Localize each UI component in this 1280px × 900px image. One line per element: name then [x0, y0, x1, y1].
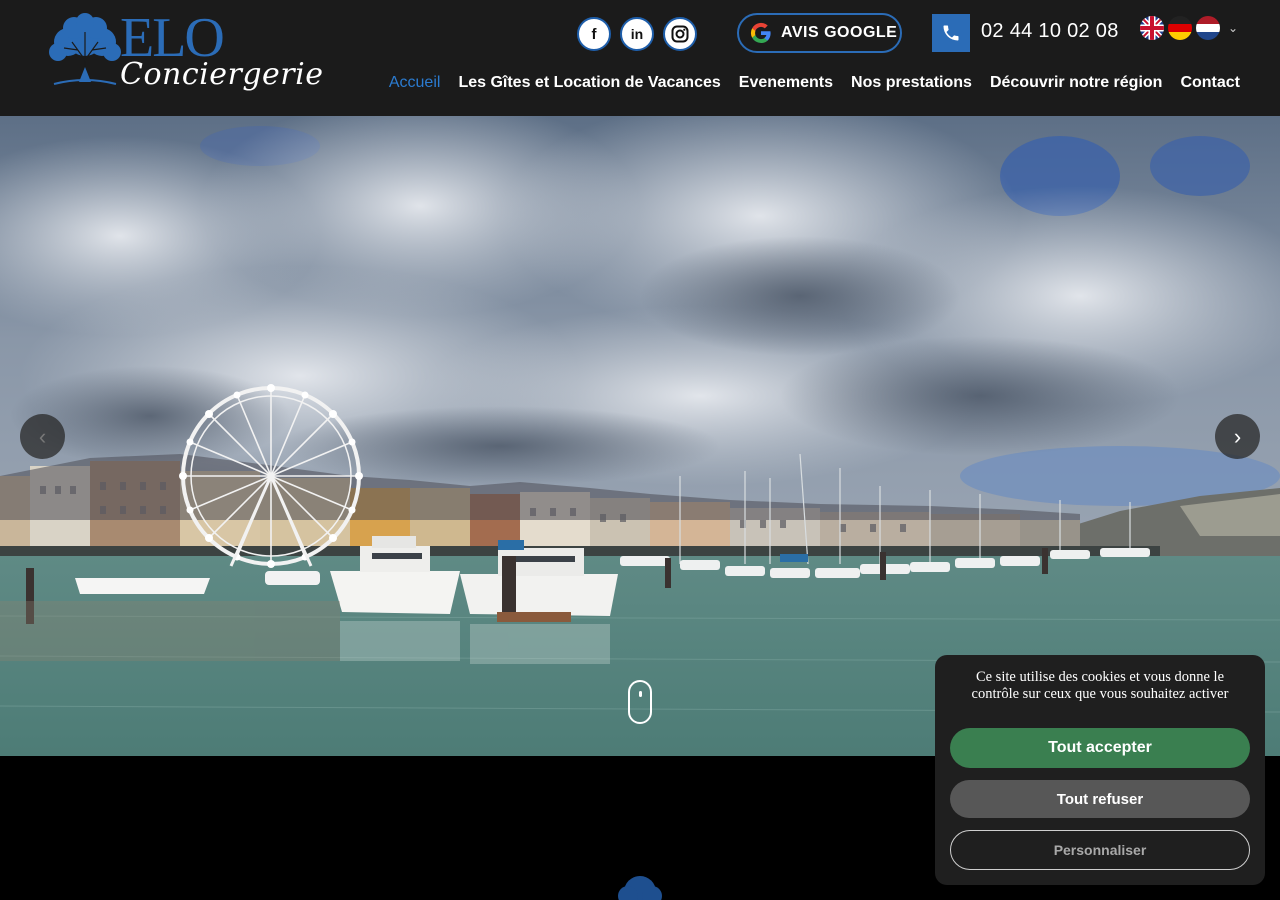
cookie-banner: Ce site utilise des cookies et vous donn… — [935, 655, 1265, 885]
main-navigation: Accueil Les Gîtes et Location de Vacance… — [389, 74, 1240, 92]
brand-tagline: Conciergerie — [120, 57, 324, 92]
phone-number[interactable]: 02 44 10 02 08 — [981, 20, 1119, 43]
linkedin-icon[interactable]: in — [620, 17, 654, 51]
accept-all-button[interactable]: Tout accepter — [950, 728, 1250, 768]
language-switcher[interactable]: ⌄ — [1140, 16, 1238, 40]
phone-glyph — [943, 25, 959, 41]
cookie-message: Ce site utilise des cookies et vous donn… — [971, 669, 1229, 702]
social-links: f in — [577, 17, 697, 51]
facebook-icon[interactable]: f — [577, 17, 611, 51]
instagram-icon[interactable] — [663, 17, 697, 51]
chevron-down-icon[interactable]: ⌄ — [1228, 21, 1238, 35]
google-g-icon — [750, 22, 771, 44]
uk-flag-icon[interactable] — [1140, 16, 1164, 40]
google-reviews-button[interactable]: AVIS GOOGLE — [737, 13, 902, 53]
google-reviews-label: AVIS GOOGLE — [781, 24, 898, 41]
nav-item-prestations[interactable]: Nos prestations — [851, 74, 972, 92]
customize-button[interactable]: Personnaliser — [950, 830, 1250, 870]
nav-item-region[interactable]: Découvrir notre région — [990, 74, 1162, 92]
nav-item-accueil[interactable]: Accueil — [389, 74, 441, 92]
scroll-down-icon[interactable] — [628, 680, 652, 724]
nav-item-contact[interactable]: Contact — [1180, 74, 1240, 92]
elo-conciergerie-logo[interactable]: ELO Conciergerie — [44, 10, 323, 106]
germany-flag-icon[interactable] — [1168, 16, 1192, 40]
tree-logo-icon — [49, 13, 121, 85]
nav-item-evenements[interactable]: Evenements — [739, 74, 833, 92]
slider-prev-button[interactable]: ‹ — [20, 414, 65, 459]
nav-item-gites[interactable]: Les Gîtes et Location de Vacances — [458, 74, 720, 92]
slider-next-button[interactable]: › — [1215, 414, 1260, 459]
tree-logo-icon — [618, 876, 662, 900]
instagram-glyph — [671, 25, 689, 43]
phone-icon[interactable] — [932, 14, 970, 52]
site-header: ELO Conciergerie f in AVIS GOOGLE 02 44 … — [0, 0, 1280, 116]
refuse-all-button[interactable]: Tout refuser — [950, 780, 1250, 818]
netherlands-flag-icon[interactable] — [1196, 16, 1220, 40]
